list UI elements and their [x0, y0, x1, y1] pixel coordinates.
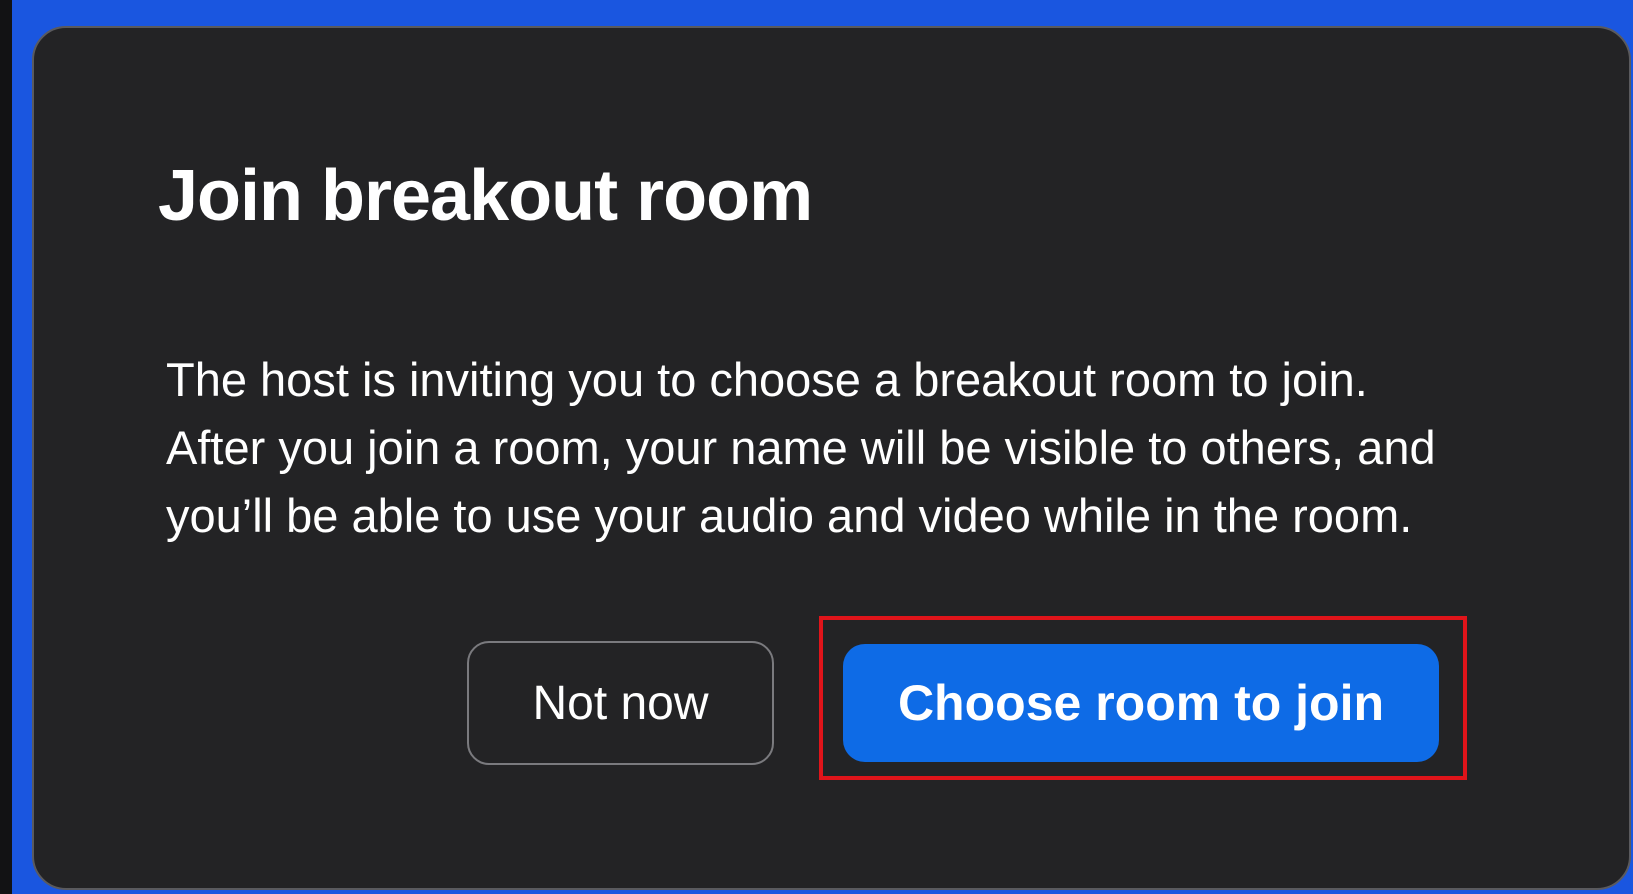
choose-room-to-join-button[interactable]: Choose room to join: [843, 644, 1439, 762]
dialog-message: The host is inviting you to choose a bre…: [166, 353, 1436, 542]
window-edge: [0, 0, 12, 894]
not-now-button[interactable]: Not now: [467, 641, 774, 765]
dialog-title: Join breakout room: [158, 156, 813, 236]
